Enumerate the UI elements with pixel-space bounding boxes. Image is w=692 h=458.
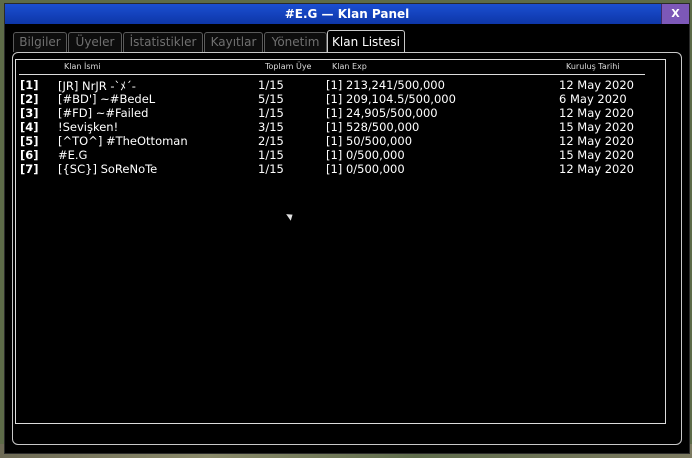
member-count: 3/15 — [258, 120, 284, 134]
founding-date: 6 May 2020 — [559, 92, 627, 106]
founding-date: 12 May 2020 — [559, 78, 634, 92]
window-titlebar[interactable]: #E.G — Klan Panel X — [5, 4, 689, 24]
clan-name: [^TO^] #TheOttoman — [58, 134, 188, 148]
member-count: 2/15 — [258, 134, 284, 148]
clan-name: #E.G — [58, 148, 88, 162]
close-icon: X — [671, 7, 680, 20]
clan-list: Klan İsmi Toplam Üye Klan Exp Kuruluş Ta… — [15, 59, 666, 424]
tab-klan-listesi[interactable]: Klan Listesi — [327, 30, 405, 53]
clan-exp: [1] 209,104.5/500,000 — [326, 92, 456, 106]
table-row[interactable]: [5] [^TO^] #TheOttoman 2/15 [1] 50/500,0… — [16, 134, 665, 148]
table-row[interactable]: [2] [#BD'] ~#BedeL 5/15 [1] 209,104.5/50… — [16, 92, 665, 106]
member-count: 1/15 — [258, 78, 284, 92]
tab-istatistikler[interactable]: İstatistikler — [123, 32, 203, 52]
column-header-date: Kuruluş Tarihi — [566, 62, 620, 71]
clan-name: !Sevişken! — [58, 120, 119, 134]
founding-date: 12 May 2020 — [559, 134, 634, 148]
header-divider — [19, 74, 645, 75]
row-index: [1] — [20, 78, 39, 92]
clan-exp: [1] 528/500,000 — [326, 120, 420, 134]
founding-date: 12 May 2020 — [559, 162, 634, 176]
founding-date: 15 May 2020 — [559, 148, 634, 162]
member-count: 5/15 — [258, 92, 284, 106]
clan-name: [#BD'] ~#BedeL — [58, 92, 156, 106]
row-index: [5] — [20, 134, 39, 148]
table-row[interactable]: [6] #E.G 1/15 [1] 0/500,000 15 May 2020 — [16, 148, 665, 162]
row-index: [6] — [20, 148, 39, 162]
row-index: [3] — [20, 106, 39, 120]
member-count: 1/15 — [258, 162, 284, 176]
row-index: [4] — [20, 120, 39, 134]
window-title: #E.G — Klan Panel — [284, 7, 410, 21]
row-index: [7] — [20, 162, 39, 176]
table-row[interactable]: [3] [#FD] ~#Failed 1/15 [1] 24,905/500,0… — [16, 106, 665, 120]
founding-date: 12 May 2020 — [559, 106, 634, 120]
tab-bilgiler[interactable]: Bilgiler — [13, 32, 67, 52]
column-header-exp: Klan Exp — [332, 62, 367, 71]
table-row[interactable]: [1] [JR] NrJR -`ﾒ´- 1/15 [1] 213,241/500… — [16, 78, 665, 93]
clan-exp: [1] 0/500,000 — [326, 148, 405, 162]
tab-kayitlar[interactable]: Kayıtlar — [204, 32, 263, 52]
close-button[interactable]: X — [661, 4, 689, 24]
founding-date: 15 May 2020 — [559, 120, 634, 134]
member-count: 1/15 — [258, 106, 284, 120]
clan-exp: [1] 24,905/500,000 — [326, 106, 438, 120]
table-row[interactable]: [7] [{SC}] SoReNoTe 1/15 [1] 0/500,000 1… — [16, 162, 665, 176]
clan-name: [#FD] ~#Failed — [58, 106, 149, 120]
member-count: 1/15 — [258, 148, 284, 162]
tab-yonetim[interactable]: Yönetim — [264, 32, 327, 52]
clan-exp: [1] 213,241/500,000 — [326, 78, 445, 92]
row-index: [2] — [20, 92, 39, 106]
clan-exp: [1] 50/500,000 — [326, 134, 413, 148]
clan-exp: [1] 0/500,000 — [326, 162, 405, 176]
table-row[interactable]: [4] !Sevişken! 3/15 [1] 528/500,000 15 M… — [16, 120, 665, 134]
column-header-members: Toplam Üye — [265, 62, 312, 71]
column-header-name: Klan İsmi — [64, 62, 101, 71]
tab-uyeler[interactable]: Üyeler — [68, 32, 122, 52]
clan-name: [{SC}] SoReNoTe — [58, 162, 158, 176]
